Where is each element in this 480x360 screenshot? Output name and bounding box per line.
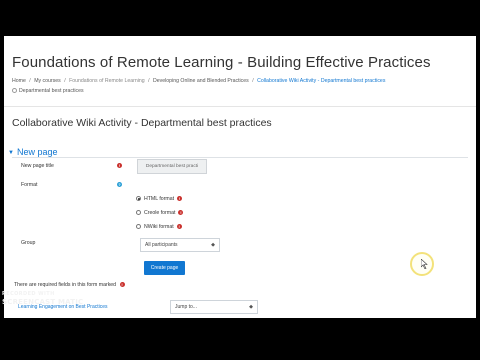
- format-label: Format: [21, 182, 38, 188]
- breadcrumb-activity[interactable]: Collaborative Wiki Activity - Department…: [257, 78, 385, 84]
- course-title: Foundations of Remote Learning - Buildin…: [12, 54, 431, 71]
- jump-to-value: Jump to...: [175, 304, 197, 310]
- required-fields-note: There are required fields in this form m…: [14, 282, 125, 288]
- section-toggle-new-page[interactable]: ▼ New page: [8, 147, 57, 157]
- new-page-title-input[interactable]: Departmental best practi: [137, 159, 207, 174]
- course-header: Foundations of Remote Learning - Buildin…: [4, 36, 476, 136]
- section-title: New page: [16, 147, 58, 157]
- group-select-value: All participants: [145, 242, 178, 248]
- watermark-line-1: RECORDED WITH: [2, 291, 55, 297]
- exclamation-circle-icon: !: [117, 163, 122, 168]
- chevron-down-icon: ◆: [211, 242, 215, 248]
- radio-creole-format[interactable]: Creole format!: [136, 210, 184, 216]
- radio-nwiki-format[interactable]: NWiki format!: [136, 224, 182, 230]
- breadcrumb-section[interactable]: Developing Online and Blended Practices: [153, 78, 249, 84]
- radio-label: Creole format: [144, 210, 176, 216]
- exclamation-circle-icon: !: [176, 224, 182, 230]
- create-page-button[interactable]: Create page: [144, 261, 185, 275]
- radio-label: NWiki format: [144, 224, 174, 230]
- group-label: Group: [21, 240, 36, 246]
- mouse-pointer-icon: [421, 259, 428, 269]
- jump-to-select[interactable]: Jump to... ◆: [170, 300, 258, 314]
- activity-title: Collaborative Wiki Activity - Department…: [12, 117, 272, 129]
- breadcrumb-my-courses[interactable]: My courses: [34, 78, 61, 84]
- radio-html-format[interactable]: HTML format!: [136, 196, 183, 202]
- breadcrumb-course[interactable]: Foundations of Remote Learning: [69, 78, 145, 84]
- caret-down-icon: ▼: [8, 150, 14, 156]
- new-page-title-label: New page title: [21, 163, 54, 169]
- moodle-page: Foundations of Remote Learning - Buildin…: [4, 36, 476, 318]
- breadcrumb-current-page: Departmental best practices: [19, 88, 84, 94]
- breadcrumb-separator: /: [148, 78, 150, 84]
- exclamation-circle-icon: !: [177, 196, 183, 202]
- group-select[interactable]: All participants ◆: [140, 238, 220, 252]
- chevron-down-icon: ◆: [249, 304, 253, 310]
- radio-button[interactable]: [136, 224, 141, 230]
- breadcrumb-home[interactable]: Home: [12, 78, 26, 84]
- question-circle-icon[interactable]: ?: [117, 182, 122, 187]
- breadcrumb-separator: /: [252, 78, 254, 84]
- page-icon: [12, 88, 17, 94]
- watermark-line-2: SCREENCAST MATIC: [2, 298, 84, 306]
- breadcrumb-separator: /: [29, 78, 31, 84]
- breadcrumb: Home / My courses / Foundations of Remot…: [12, 76, 472, 96]
- section-divider: [12, 157, 468, 158]
- header-divider: [4, 106, 476, 107]
- exclamation-circle-icon: !: [178, 210, 184, 216]
- radio-button[interactable]: [136, 196, 141, 202]
- radio-button[interactable]: [136, 210, 141, 216]
- exclamation-circle-icon: !: [119, 282, 125, 288]
- screen: Foundations of Remote Learning - Buildin…: [0, 0, 480, 360]
- radio-label: HTML format: [144, 196, 175, 202]
- required-note-text: There are required fields in this form m…: [14, 282, 117, 288]
- screencast-watermark: RECORDED WITH SCREENCAST MATIC: [2, 290, 83, 306]
- breadcrumb-separator: /: [64, 78, 66, 84]
